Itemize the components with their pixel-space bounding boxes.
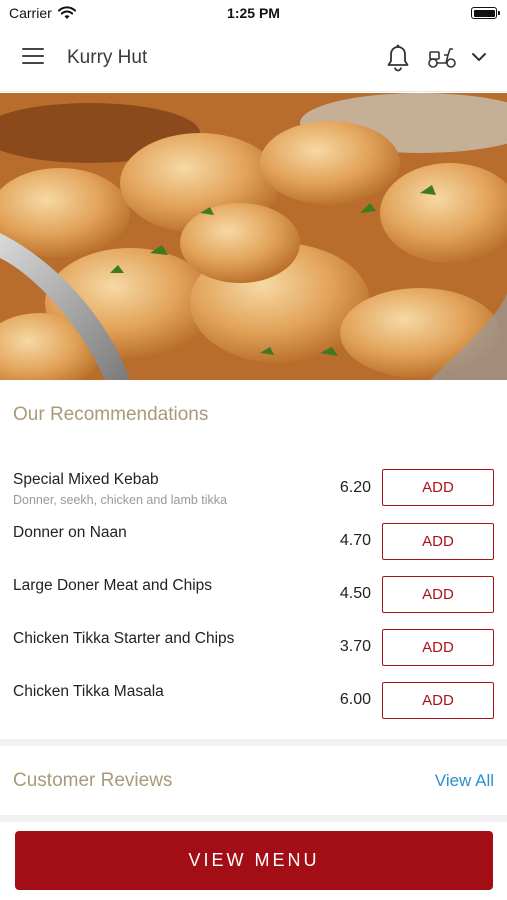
status-time: 1:25 PM	[227, 5, 280, 21]
dish-price: 4.70	[339, 532, 371, 549]
section-divider	[0, 739, 507, 746]
add-to-cart-button[interactable]: ADD	[382, 629, 494, 666]
dish-name: Chicken Tikka Starter and Chips	[13, 630, 235, 647]
dish-row: Large Doner Meat and Chips 4.50 ADD	[0, 576, 507, 630]
view-all-reviews-link[interactable]: View All	[435, 771, 494, 791]
dish-row: Special Mixed Kebab Donner, seekh, chick…	[0, 469, 507, 524]
bell-icon[interactable]	[386, 44, 410, 72]
dish-price: 6.00	[339, 691, 371, 708]
view-menu-button[interactable]: VIEW MENU	[15, 831, 493, 890]
recommendations-title: Our Recommendations	[13, 404, 209, 425]
add-to-cart-button[interactable]: ADD	[382, 469, 494, 506]
dish-name: Chicken Tikka Masala	[13, 683, 164, 700]
status-bar: Carrier 1:25 PM	[0, 0, 507, 28]
dish-price: 6.20	[339, 479, 371, 496]
dish-description: Donner, seekh, chicken and lamb tikka	[13, 493, 228, 507]
dish-name: Donner on Naan	[13, 524, 127, 541]
reviews-title: Customer Reviews	[13, 770, 173, 791]
dish-name: Special Mixed Kebab	[13, 471, 159, 488]
dish-row: Chicken Tikka Starter and Chips 3.70 ADD	[0, 629, 507, 683]
add-to-cart-button[interactable]: ADD	[382, 576, 494, 613]
battery-icon	[471, 7, 500, 19]
dish-price: 4.50	[339, 585, 371, 602]
app-header: Kurry Hut	[0, 28, 507, 92]
section-divider	[0, 815, 507, 822]
restaurant-title: Kurry Hut	[67, 47, 148, 68]
dish-price: 3.70	[339, 638, 371, 655]
chevron-down-icon[interactable]	[470, 50, 488, 64]
add-to-cart-button[interactable]: ADD	[382, 523, 494, 560]
hamburger-menu-icon[interactable]	[22, 48, 46, 68]
dish-name: Large Doner Meat and Chips	[13, 577, 213, 594]
add-to-cart-button[interactable]: ADD	[382, 682, 494, 719]
dish-row: Chicken Tikka Masala 6.00 ADD	[0, 682, 507, 736]
hero-food-image	[0, 93, 507, 380]
dish-row: Donner on Naan 4.70 ADD	[0, 523, 507, 577]
scooter-icon[interactable]	[427, 45, 457, 69]
